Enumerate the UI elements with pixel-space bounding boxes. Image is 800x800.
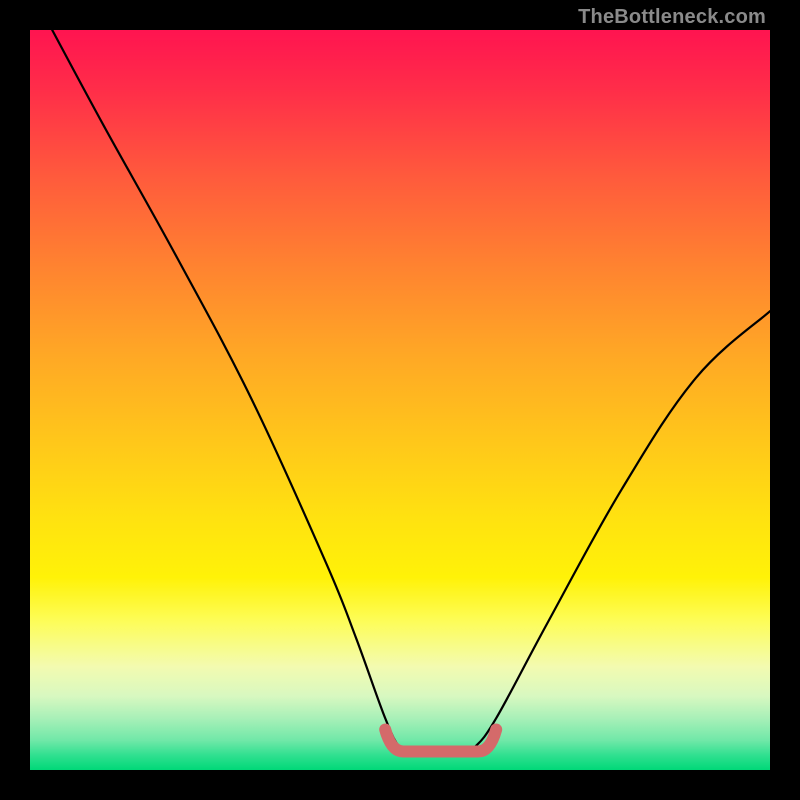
- flat-region-highlight: [385, 730, 496, 752]
- attribution-text: TheBottleneck.com: [578, 6, 766, 29]
- curve-path: [52, 30, 770, 756]
- chart-svg: [30, 30, 770, 770]
- plot-area: [30, 30, 770, 770]
- chart-container: TheBottleneck.com: [0, 0, 800, 800]
